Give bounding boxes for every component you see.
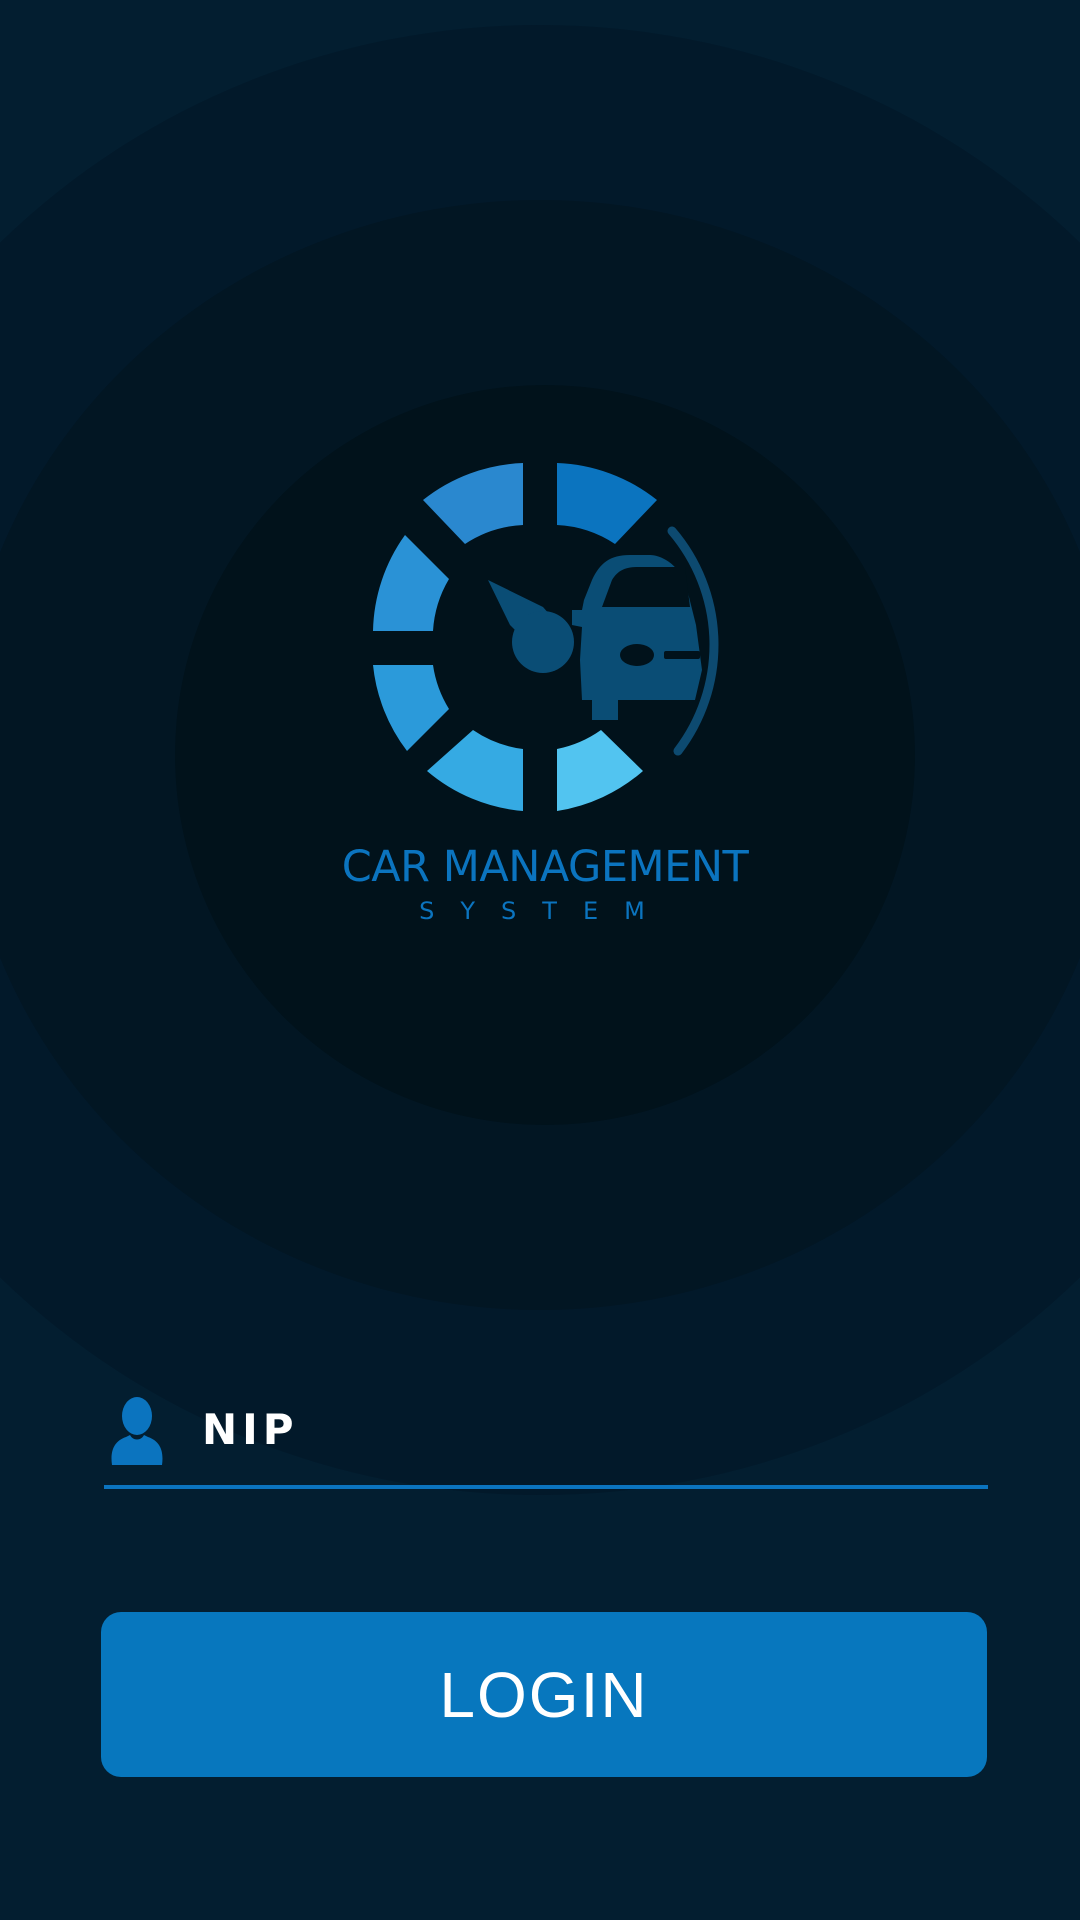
dial-segment-lower-left: [373, 665, 449, 751]
car-headlight: [620, 644, 654, 666]
dial-segment-upper-left: [373, 535, 449, 631]
nip-field[interactable]: [104, 1385, 988, 1489]
app-subtitle: SYSTEM: [419, 897, 671, 925]
speedometer-car-icon: [373, 463, 719, 811]
app-title: CAR MANAGEMENT: [341, 842, 749, 892]
dial-segment-bottom-right: [557, 730, 643, 811]
user-icon: [111, 1397, 163, 1465]
dial-segment-bottom-left: [427, 730, 523, 811]
nip-input[interactable]: [202, 1399, 962, 1459]
login-screen: CAR MANAGEMENT SYSTEM LOGIN: [0, 0, 1080, 1920]
dial-segment-top-left: [423, 463, 523, 544]
car-grille: [664, 651, 700, 659]
login-button[interactable]: LOGIN: [101, 1612, 987, 1777]
dial-needle-hub: [512, 611, 574, 673]
dial-segment-top-right: [557, 463, 657, 544]
